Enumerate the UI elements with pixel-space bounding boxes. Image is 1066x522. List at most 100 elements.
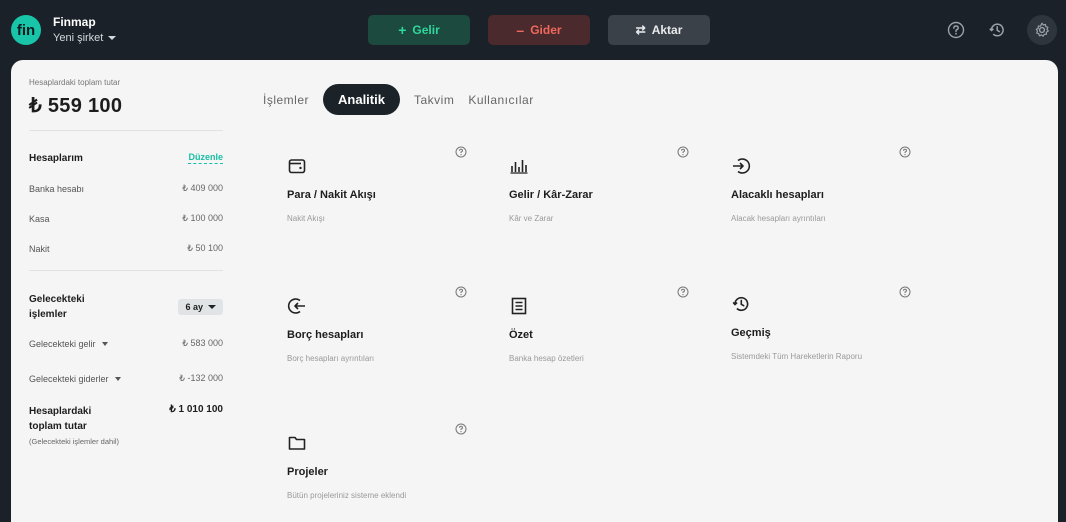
add-expense-label: Gider [530,23,562,37]
tile-title: Para / Nakit Akışı [287,189,376,201]
tab-analytics[interactable]: Analitik [323,84,400,115]
tile-title: Borç hesapları [287,329,364,341]
account-row[interactable]: Banka hesabı ₺ 409 000 [29,183,223,194]
report-tile-profit-loss[interactable]: Gelir / Kâr-Zarar Kâr ve Zarar [509,146,689,266]
future-income-amount: ₺ 583 000 [182,338,223,348]
period-select[interactable]: 6 ay [178,299,223,315]
tile-description: Kâr ve Zarar [509,214,554,223]
grand-total-value: ₺ 1 010 100 [169,404,223,415]
future-title-line: Gelecekteki [29,294,85,305]
company-selector[interactable]: Yeni şirket [53,32,117,44]
bar-chart-icon [510,160,528,174]
help-icon[interactable] [455,146,467,158]
account-amount: ₺ 100 000 [182,213,223,223]
divider [29,270,223,271]
receivable-icon [733,158,751,174]
settings-button[interactable] [1027,15,1057,45]
plus-icon: + [398,22,407,38]
transfer-button[interactable]: ⇄ Aktar [608,15,710,45]
tile-title: Özet [509,329,533,341]
edit-accounts-link[interactable]: Düzenle [188,152,223,164]
report-tile-summary[interactable]: Özet Banka hesap özetleri [509,286,689,406]
report-tile-cashflow[interactable]: Para / Nakit Akışı Nakit Akışı [287,146,467,266]
chevron-down-icon [114,376,121,381]
tile-description: Borç hesapları ayrıntıları [287,354,375,363]
history-icon [989,23,1004,37]
future-expense-row: Gelecekteki giderler ₺ -132 000 [29,373,223,384]
help-button[interactable] [941,15,971,45]
future-expense-toggle[interactable]: Gelecekteki giderler [29,374,121,384]
grand-total-note: (Gelecekteki işlemler dahil) [29,437,120,446]
total-balance-label: Hesaplardaki toplam tutar [29,78,121,87]
chevron-down-icon [108,36,117,40]
brand-name: Finmap [53,15,96,29]
finmap-logo[interactable]: fin [11,15,41,45]
account-row[interactable]: Nakit ₺ 50 100 [29,243,223,254]
tile-title: Geçmiş [731,327,771,339]
help-icon [947,21,965,39]
grand-title-line: Hesaplardaki [29,406,92,417]
payable-icon [287,298,305,314]
future-transactions-header: Gelecekteki işlemler 6 ay [29,292,223,322]
tab-users[interactable]: Kullanıcılar [468,93,533,107]
future-transactions-title: Gelecekteki işlemler [29,292,85,322]
future-income-row: Gelecekteki gelir ₺ 583 000 [29,338,223,349]
report-tile-payables[interactable]: Borç hesapları Borç hesapları ayrıntılar… [287,286,467,406]
future-expense-amount: ₺ -132 000 [179,373,223,383]
tile-title: Projeler [287,466,328,478]
divider [29,130,223,131]
minus-icon: – [516,22,525,38]
help-icon[interactable] [899,146,911,158]
summary-icon [511,297,527,315]
grand-total-title: Hesaplardaki toplam tutar [29,404,91,434]
add-expense-button[interactable]: – Gider [488,15,590,45]
main-card: Hesaplardaki toplam tutar ₺ 559 100 Hesa… [11,60,1058,522]
history-icon [732,296,749,312]
future-expense-label: Gelecekteki giderler [29,373,109,384]
help-icon[interactable] [899,286,911,298]
help-icon[interactable] [677,146,689,158]
account-amount: ₺ 409 000 [182,183,223,193]
tile-description: Banka hesap özetleri [509,354,584,363]
total-balance-value: ₺ 559 100 [29,95,123,117]
report-tile-receivables[interactable]: Alacaklı hesapları Alacak hesapları ayrı… [731,146,911,266]
add-income-button[interactable]: + Gelir [368,15,470,45]
wallet-icon [288,159,306,174]
period-value: 6 ay [185,302,203,312]
accounts-header: Hesaplarım Düzenle [29,152,223,164]
tile-description: Sistemdeki Tüm Hareketlerin Raporu [731,352,863,361]
accounts-title: Hesaplarım [29,152,83,164]
future-title-line: işlemler [29,309,67,320]
company-name: Yeni şirket [53,32,104,44]
tab-calendar[interactable]: Takvim [414,93,454,107]
tile-title: Alacaklı hesapları [731,189,824,201]
grand-title-line: toplam tutar [29,421,87,432]
transfer-label: Aktar [651,23,683,37]
grand-total: Hesaplardaki toplam tutar ₺ 1 010 100 (G… [29,404,223,446]
tile-description: Nakit Akışı [287,214,325,223]
help-icon[interactable] [455,286,467,298]
accounts-sidebar: Hesaplardaki toplam tutar ₺ 559 100 Hesa… [29,78,223,446]
report-tile-projects[interactable]: Projeler Bütün projeleriniz sisteme ekle… [287,423,467,522]
chevron-down-icon [208,305,216,309]
report-tile-history[interactable]: Geçmiş Sistemdeki Tüm Hareketlerin Rapor… [731,286,911,404]
account-name: Kasa [29,213,50,224]
help-icon[interactable] [455,423,467,435]
folder-icon [288,436,306,450]
help-icon[interactable] [677,286,689,298]
top-bar: fin Finmap Yeni şirket + Gelir – Gider ⇄… [0,0,1066,60]
future-income-toggle[interactable]: Gelecekteki gelir [29,339,108,349]
add-income-label: Gelir [412,23,440,37]
tab-transactions[interactable]: İşlemler [263,93,309,107]
history-button[interactable] [982,15,1012,45]
account-amount: ₺ 50 100 [187,243,223,253]
account-name: Banka hesabı [29,183,85,194]
chevron-down-icon [101,341,108,346]
account-row[interactable]: Kasa ₺ 100 000 [29,213,223,224]
settings-icon [1035,22,1049,37]
main-tabs: İşlemler Analitik Takvim Kullanıcılar [263,84,534,115]
tile-description: Alacak hesapları ayrıntıları [731,214,826,223]
transfer-icon: ⇄ [635,23,646,37]
tile-description: Bütün projeleriniz sisteme eklendi [287,491,407,500]
future-income-label: Gelecekteki gelir [29,338,96,349]
